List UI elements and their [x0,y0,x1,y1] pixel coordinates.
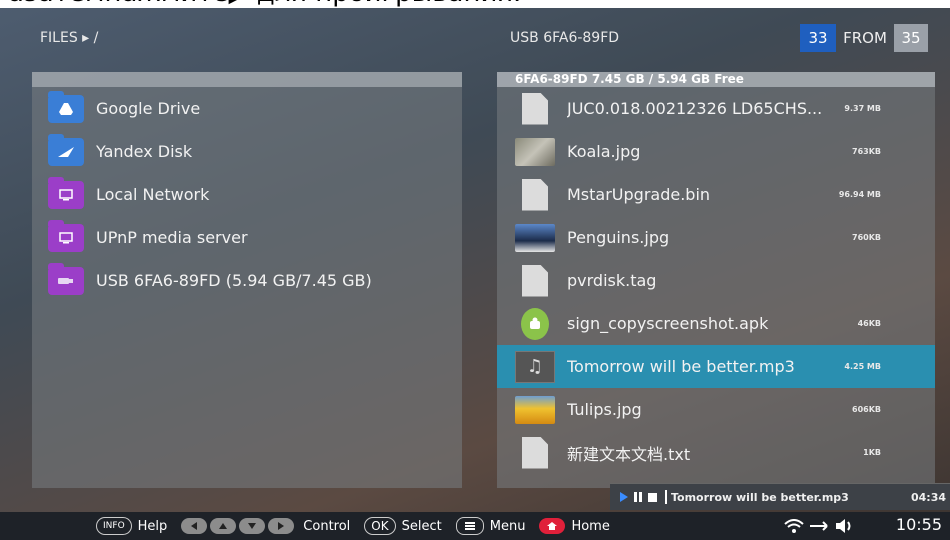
ok-key-icon: OK [364,517,396,535]
source-label: Local Network [96,185,210,204]
file-item[interactable]: Penguins.jpg 760KB [497,216,935,259]
stop-icon[interactable] [648,492,657,502]
file-item[interactable]: pvrdisk.tag [497,259,935,302]
source-label: Yandex Disk [96,142,193,161]
file-size: 96.94 MB [838,190,881,199]
control-hint: Control [303,518,351,534]
file-list: JUC0.018.00212326 LD65CHS... 9.37 MB Koa… [497,87,935,474]
penguins-thumbnail [515,221,555,255]
file-item-selected[interactable]: ♫ Tomorrow will be better.mp3 4.25 MB [497,345,935,388]
mini-player: Tomorrow will be better.mp3 04:34 [610,483,950,510]
yandex-disk-icon [48,133,84,166]
sources-panel-header [32,72,462,87]
current-item-counter: 33 [800,24,836,52]
select-hint: Select [401,518,442,534]
footer-hints: INFO Help Control OK Select Menu Home 10… [0,512,950,540]
progress-cursor [665,490,667,504]
tulips-thumbnail [515,393,555,427]
file-size: 606KB [852,405,881,414]
home-hint: Home [571,518,610,534]
file-size: 763KB [852,147,881,156]
android-icon [515,307,555,341]
menu-hint: Menu [489,518,526,534]
sources-panel: Google Drive Yandex Disk Local Network U… [32,72,462,488]
source-label: UPnP media server [96,228,248,247]
source-yandex-disk[interactable]: Yandex Disk [32,130,462,173]
source-google-drive[interactable]: Google Drive [32,87,462,130]
info-key-icon: INFO [96,517,132,535]
help-hint: Help [137,518,168,534]
player-time: 04:34 [910,490,946,504]
file-item[interactable]: sign_copyscreenshot.apk 46KB [497,302,935,345]
file-item[interactable]: 新建文本文档.txt 1KB [497,431,935,474]
file-item[interactable]: Tulips.jpg 606KB [497,388,935,431]
storage-summary: 6FA6-89FD 7.45 GB / 5.94 GB Free [497,72,935,87]
source-label: Google Drive [96,99,201,118]
device-title: USB 6FA6-89FD [510,30,620,46]
left-arrow-icon [181,518,208,534]
upnp-icon [48,219,84,252]
file-size: 46KB [857,319,881,328]
volume-icon [836,519,851,533]
down-arrow-icon [239,518,266,534]
play-icon[interactable] [620,492,628,502]
file-size: 9.37 MB [844,104,881,113]
document-icon [515,436,555,470]
up-arrow-icon [210,518,237,534]
pause-icon[interactable] [634,492,642,502]
usb-icon [48,262,84,295]
usb-status-icon [810,521,828,531]
file-size: 4.25 MB [844,362,881,371]
menu-key-icon [455,517,484,535]
file-item[interactable]: MstarUpgrade.bin 96.94 MB [497,173,935,216]
files-panel: 6FA6-89FD 7.45 GB / 5.94 GB Free JUC0.01… [497,72,935,488]
document-icon [515,178,555,212]
status-icons [784,512,854,540]
network-icon [48,176,84,209]
music-icon: ♫ [515,350,555,384]
source-label: USB 6FA6-89FD (5.94 GB/7.45 GB) [96,271,372,290]
right-arrow-icon [268,518,295,534]
file-size: 1KB [863,448,881,457]
clock: 10:55 [895,515,942,534]
document-icon [515,264,555,298]
home-key-icon [539,518,566,534]
koala-thumbnail [515,135,555,169]
source-usb[interactable]: USB 6FA6-89FD (5.94 GB/7.45 GB) [32,259,462,302]
source-local-network[interactable]: Local Network [32,173,462,216]
file-size: 760KB [852,233,881,242]
wifi-icon [784,519,804,533]
player-title: Tomorrow will be better.mp3 [671,490,849,504]
total-item-counter: 35 [894,24,928,52]
caption-fragment: азатемнажмите▶ для проигрывания. [0,0,950,8]
google-drive-icon [48,90,84,123]
file-item[interactable]: JUC0.018.00212326 LD65CHS... 9.37 MB [497,87,935,130]
file-name: pvrdisk.tag [567,271,657,290]
sources-list: Google Drive Yandex Disk Local Network U… [32,87,462,302]
from-label: FROM [843,29,887,47]
breadcrumb: FILES ▸ / [40,30,99,46]
file-item[interactable]: Koala.jpg 763KB [497,130,935,173]
source-upnp-server[interactable]: UPnP media server [32,216,462,259]
document-icon [515,92,555,126]
